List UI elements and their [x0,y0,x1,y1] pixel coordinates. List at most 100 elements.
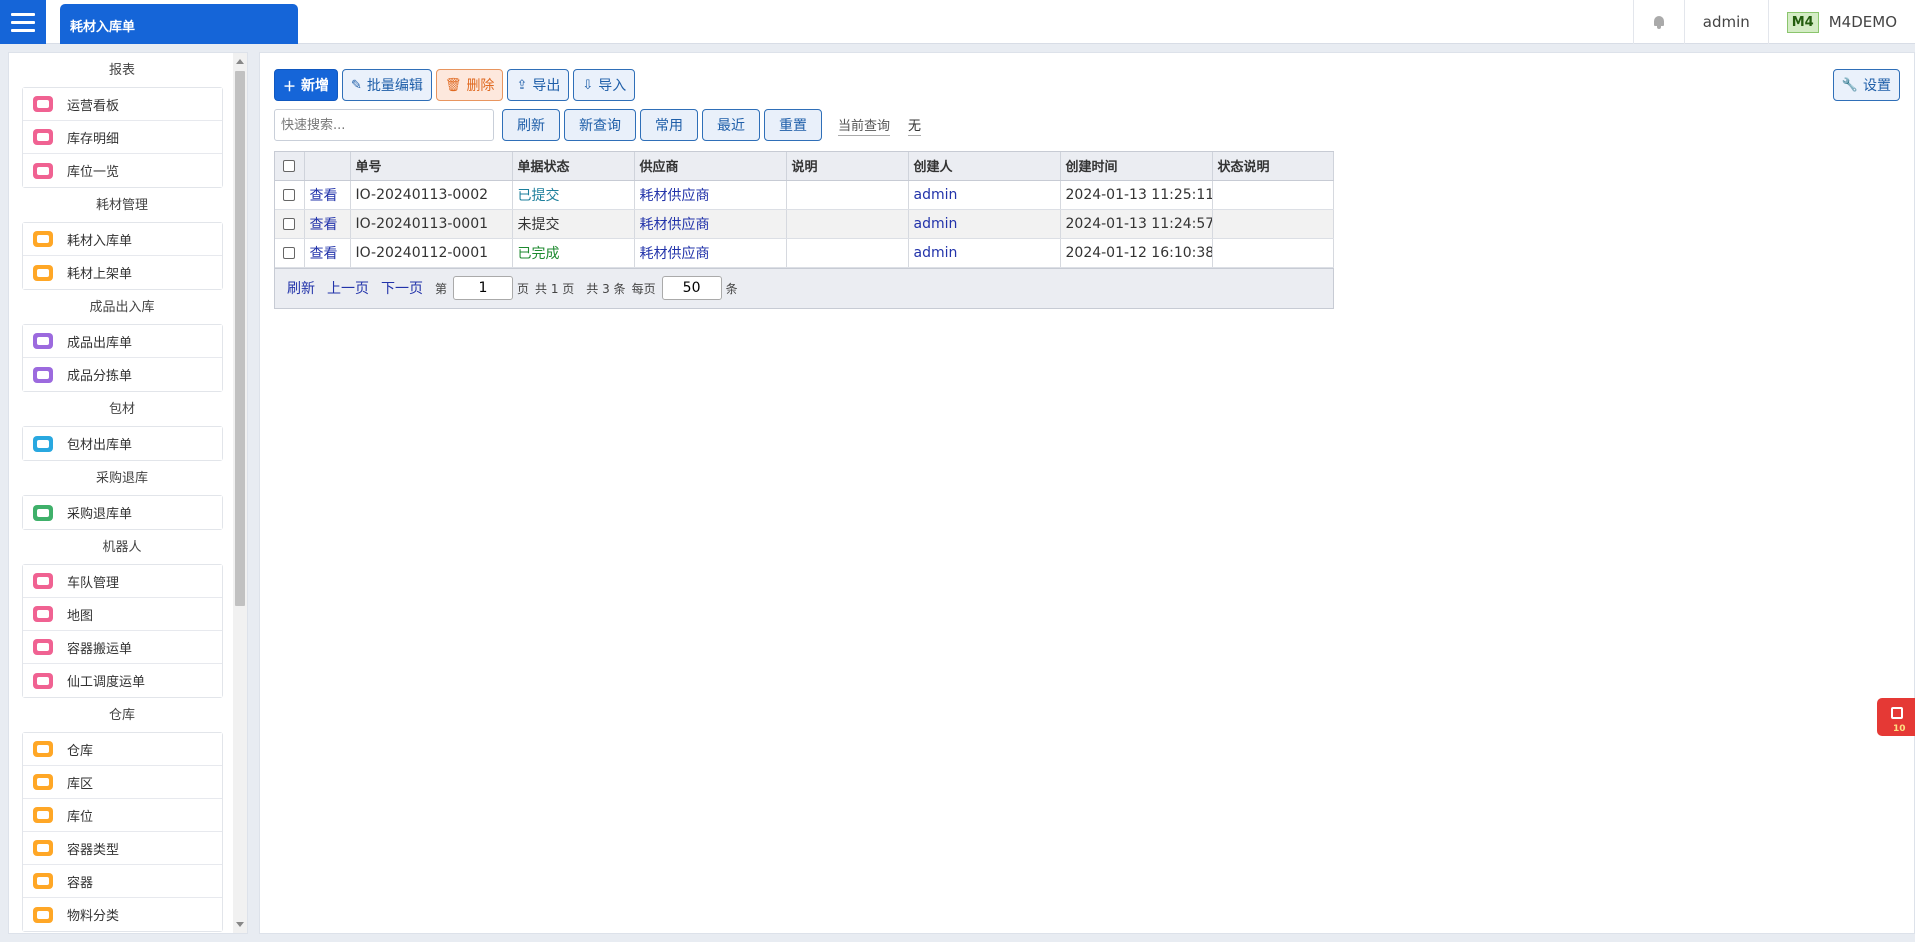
quick-search-input[interactable] [274,109,494,141]
pager: 刷新 上一页 下一页 第 页 共 1 页 共 3 条 每页 条 [275,267,1333,308]
view-link[interactable]: 查看 [304,180,351,210]
sidebar-item[interactable]: 包材出库单 [23,427,222,460]
sidebar-item-label: 库存明细 [67,131,120,147]
sidebar-item-label: 库位 [67,809,94,825]
recent-query-button[interactable]: 最近 [702,109,760,141]
sidebar-group-title: 报表 [108,63,135,78]
table-row[interactable]: 查看 IO-20240113-0001 未提交 耗材供应商 admin 2024-01-1… [275,209,1334,239]
column-header-id[interactable]: 单号 [350,152,513,181]
select-all-checkbox[interactable] [283,159,295,172]
page-number-input[interactable] [453,276,514,300]
view-link[interactable]: 查看 [304,238,351,268]
add-button[interactable]: ＋新增 [274,69,339,101]
new-query-button[interactable]: 新查询 [564,109,636,141]
table-row[interactable]: 查看 IO-20240112-0001 已完成 耗材供应商 admin 2024-01-1… [275,238,1334,268]
per-page-input[interactable] [661,276,722,300]
refresh-button[interactable]: 刷新 [502,109,560,141]
sidebar-item[interactable]: 库位 [23,799,222,832]
cell-supplier[interactable]: 耗材供应商 [634,180,787,210]
row-checkbox[interactable] [283,188,295,201]
cell-note [786,180,909,210]
sidebar-item[interactable]: 仙工调度运单 [23,664,222,697]
sidebar-item[interactable]: 容器 [23,865,222,898]
sidebar-group-title: 成品出入库 [89,300,155,315]
user-menu[interactable]: admin [1683,0,1768,44]
menu-item-icon [33,435,53,452]
top-bar: 耗材入库单 admin M4 M4DEMO [0,0,1915,44]
column-header-created[interactable]: 创建时间 [1060,152,1213,181]
bell-icon [1652,15,1666,29]
export-button[interactable]: ⇪ 导出 [507,69,570,101]
menu-item-icon [33,639,53,655]
hamburger-menu-icon[interactable] [0,0,46,44]
sidebar-item[interactable]: 耗材入库单 [23,223,222,256]
current-query-label: 当前查询 [838,115,891,136]
row-checkbox[interactable] [283,217,295,230]
row-select-cell[interactable] [275,180,305,210]
cell-supplier[interactable]: 耗材供应商 [634,238,787,268]
column-header-note[interactable]: 说明 [786,152,909,181]
pager-prev-link[interactable]: 上一页 [327,278,369,298]
view-link[interactable]: 查看 [304,209,351,239]
batch-edit-button[interactable]: ✎ 批量编辑 [342,69,432,101]
row-checkbox[interactable] [283,246,295,259]
sidebar-item[interactable]: 容器类型 [23,832,222,865]
notification-bell[interactable] [1632,0,1684,44]
row-select-cell[interactable] [275,209,305,239]
search-row: 刷新 新查询 常用 最近 重置 当前查询 无 [274,109,922,141]
data-table: 单号 单据状态 供应商 说明 创建人 创建时间 状态说明 查看 IO-202401… [275,152,1334,268]
plus-icon: ＋ [283,79,297,95]
table-row[interactable]: 查看 IO-20240113-0002 已提交 耗材供应商 admin 2024-01-1… [275,180,1334,210]
import-icon: ⇩ [582,77,594,93]
sidebar-group: 采购退库单 [22,495,223,530]
sidebar-item[interactable]: 仓库 [23,733,222,766]
app-switcher[interactable]: M4 M4DEMO [1767,0,1915,44]
sidebar-item[interactable]: 物料分类 [23,898,222,931]
sidebar-item[interactable]: 车队管理 [23,565,222,598]
wrench-icon: 🔧 [1841,77,1858,93]
sidebar-item[interactable]: 成品出库单 [23,325,222,358]
settings-label: 设置 [1863,78,1891,94]
scroll-up-icon[interactable] [236,59,244,64]
column-header-creator[interactable]: 创建人 [908,152,1061,181]
scroll-down-icon[interactable] [236,922,244,927]
export-label: 导出 [532,78,561,94]
sidebar-item-label: 成品分拣单 [67,369,133,384]
cell-supplier[interactable]: 耗材供应商 [634,209,787,239]
cell-creator[interactable]: admin [908,238,1061,268]
sidebar-item[interactable]: 库位一览 [23,154,222,187]
cell-creator[interactable]: admin [908,209,1061,239]
tab-active[interactable]: 耗材入库单 [60,4,298,44]
delete-button[interactable]: 🗑 删除 [435,69,504,101]
sidebar-item-label: 车队管理 [67,575,120,591]
sidebar-scrollbar[interactable] [233,53,247,933]
sidebar-item[interactable]: 地图 [23,598,222,631]
floating-notification[interactable]: 10 [1877,698,1915,736]
pager-next-link[interactable]: 下一页 [381,278,423,298]
menu-item-icon [33,741,53,757]
cell-created: 2024-01-13 11:24:57 [1060,209,1213,239]
column-header-status[interactable]: 单据状态 [512,152,635,181]
import-button[interactable]: ⇩ 导入 [573,69,636,101]
sidebar-item[interactable]: 库存明细 [23,121,222,154]
sidebar-item[interactable]: 采购退库单 [23,496,222,529]
reset-button[interactable]: 重置 [764,109,822,141]
sidebar-item[interactable]: 成品分拣单 [23,358,222,391]
sidebar-item-label: 包材出库单 [67,438,133,453]
notification-count: 10 [1893,724,1906,734]
column-header-supplier[interactable]: 供应商 [634,152,787,181]
cell-creator[interactable]: admin [908,180,1061,210]
common-query-button[interactable]: 常用 [640,109,698,141]
row-select-cell[interactable] [275,238,305,268]
sidebar-item[interactable]: 耗材上架单 [23,256,222,289]
column-header-status-note[interactable]: 状态说明 [1212,152,1334,181]
sidebar-item-label: 容器搬运单 [67,641,133,657]
sidebar-item[interactable]: 运营看板 [23,88,222,121]
pager-refresh-link[interactable]: 刷新 [287,278,315,298]
sidebar-item[interactable]: 库区 [23,766,222,799]
sidebar-item[interactable]: 容器搬运单 [23,631,222,664]
sidebar-item-label: 耗材入库单 [67,233,133,249]
settings-button[interactable]: 🔧 设置 [1832,69,1900,101]
scrollbar-thumb[interactable] [235,71,245,606]
select-all-header[interactable] [275,152,305,181]
